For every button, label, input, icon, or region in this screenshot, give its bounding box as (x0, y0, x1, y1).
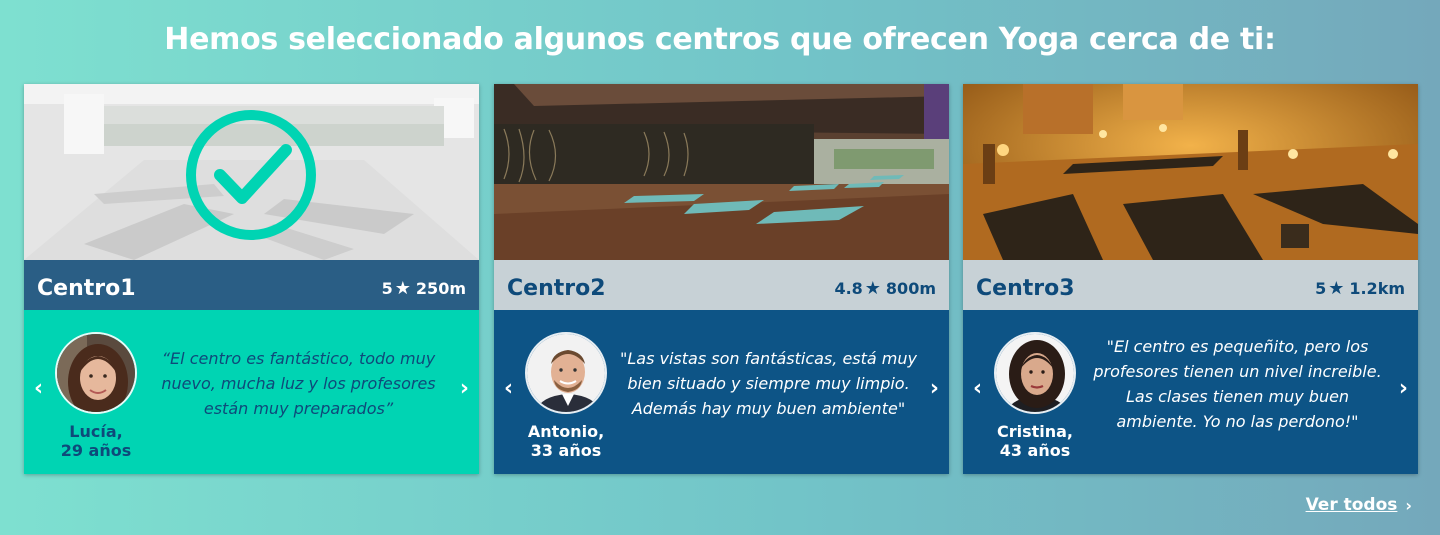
prev-review-chevron-icon[interactable]: ‹ (34, 376, 43, 401)
prev-review-chevron-icon[interactable]: ‹ (973, 376, 982, 401)
distance-value: 250m (415, 278, 466, 298)
prev-review-chevron-icon[interactable]: ‹ (504, 376, 513, 401)
distance-value: 800m (885, 278, 936, 298)
center-name-bar: Centro3 5 ★ 1.2km (963, 260, 1418, 310)
quote-line: “El centro es fantástico, todo muy (161, 349, 436, 368)
distance-value: 1.2km (1349, 278, 1405, 298)
avatar (525, 332, 607, 414)
reviewer-age: 29 años (60, 441, 132, 460)
center-name-bar: Centro1 5 ★ 250m (24, 260, 479, 310)
quote-line: "Las vistas son fantásticas, está muy (620, 349, 917, 368)
center-card-1[interactable]: Centro1 5 ★ 250m ‹ Lucía, 29 años “El ce… (24, 84, 479, 474)
review-quote: "Las vistas son fantásticas, está muy bi… (616, 346, 921, 421)
review-quote: “El centro es fantástico, todo muy nuevo… (146, 346, 451, 421)
next-review-chevron-icon[interactable]: › (930, 376, 939, 401)
center-card-3[interactable]: Centro3 5 ★ 1.2km ‹ Cristina, 43 años "E… (963, 84, 1418, 474)
quote-line: nuevo, mucha luz y los profesores (161, 374, 436, 393)
avatar (994, 332, 1076, 414)
reviewer-info: Lucía, 29 años (36, 422, 156, 460)
quote-line: ambiente. Yo no las perdono!" (1116, 412, 1359, 431)
see-all-link[interactable]: Ver todos › (1306, 495, 1412, 515)
quote-line: Además hay muy buen ambiente" (631, 399, 906, 418)
rating-value: 4.8 (834, 278, 863, 298)
rating-value: 5 (1315, 278, 1327, 298)
star-icon: ★ (394, 277, 411, 299)
reviewer-age: 33 años (530, 441, 602, 460)
quote-line: Las clases tienen muy buen (1125, 387, 1350, 406)
page-title: Hemos seleccionado algunos centros que o… (164, 22, 1276, 57)
quote-line: "El centro es pequeñito, pero los (1106, 337, 1369, 356)
next-review-chevron-icon[interactable]: › (460, 376, 469, 401)
review-panel: ‹ Cristina, 43 años "El centro es pequeñ… (963, 310, 1418, 474)
center-meta: 4.8 ★ 800m (834, 272, 936, 299)
reviewer-age: 43 años (999, 441, 1071, 460)
center-name: Centro1 (37, 275, 136, 301)
center-photo (494, 84, 949, 260)
center-meta: 5 ★ 250m (382, 272, 466, 299)
reviewer-info: Cristina, 43 años (975, 422, 1095, 460)
reviewer-name: Antonio, (527, 422, 605, 441)
review-quote: "El centro es pequeñito, pero los profes… (1085, 334, 1390, 434)
quote-line: bien situado y siempre muy limpio. (627, 374, 910, 393)
chevron-right-icon: › (1405, 495, 1412, 515)
quote-line: profesores tienen un nivel increible. (1093, 362, 1382, 381)
center-name: Centro2 (507, 275, 606, 301)
reviewer-info: Antonio, 33 años (506, 422, 626, 460)
reviewer-name: Lucía, (69, 422, 123, 441)
center-photo (963, 84, 1418, 260)
quote-line: están muy preparados” (203, 399, 394, 418)
center-meta: 5 ★ 1.2km (1315, 272, 1405, 299)
review-panel: ‹ Antonio, 33 años "Las vistas son fantá… (494, 310, 949, 474)
star-icon: ★ (864, 277, 881, 299)
see-all-label[interactable]: Ver todos (1306, 495, 1398, 515)
center-card-2[interactable]: Centro2 4.8 ★ 800m ‹ Antonio, 33 años "L… (494, 84, 949, 474)
rating-value: 5 (381, 278, 393, 298)
reviewer-name: Cristina, (996, 422, 1074, 441)
avatar (55, 332, 137, 414)
review-panel: ‹ Lucía, 29 años “El centro es fantástic… (24, 310, 479, 474)
selected-check-icon (186, 110, 316, 240)
center-name-bar: Centro2 4.8 ★ 800m (494, 260, 949, 310)
next-review-chevron-icon[interactable]: › (1399, 376, 1408, 401)
center-name: Centro3 (976, 275, 1075, 301)
star-icon: ★ (1328, 277, 1345, 299)
